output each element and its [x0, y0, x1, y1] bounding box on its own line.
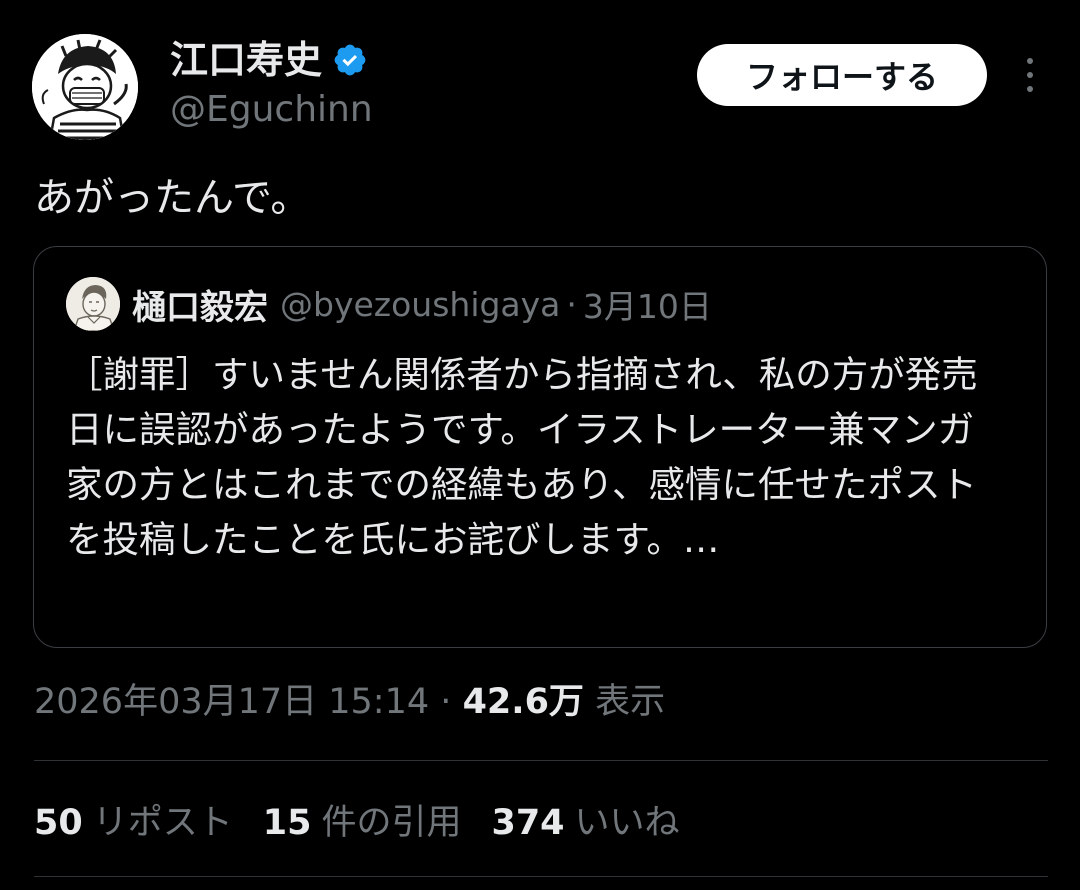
reposts-count: 50	[34, 803, 83, 843]
tweet-timestamp[interactable]: 2026年03月17日 15:14	[34, 682, 429, 722]
verified-badge-icon	[332, 42, 368, 78]
divider	[34, 760, 1048, 761]
tweet-meta-line: 2026年03月17日 15:14 · 42.6万 表示	[34, 676, 665, 728]
quoted-separator: ·	[566, 284, 577, 324]
likes-stat[interactable]: 374 いいね	[491, 798, 679, 848]
more-dot	[1027, 58, 1033, 64]
author-avatar-illustration	[32, 34, 138, 140]
author-avatar[interactable]	[32, 34, 138, 140]
views-label: 表示	[595, 682, 666, 722]
tweet-stats: 50 リポスト 15 件の引用 374 いいね	[34, 798, 680, 848]
quotes-stat[interactable]: 15 件の引用	[263, 798, 462, 848]
tweet-detail: 江口寿史 @Eguchinn フォローする あがったんで。 樋口毅宏 @byez…	[0, 0, 1080, 890]
likes-label: いいね	[574, 803, 680, 843]
quotes-count: 15	[262, 803, 312, 843]
author-name-row[interactable]: 江口寿史	[170, 36, 368, 84]
reposts-stat[interactable]: 50 リポスト	[34, 798, 233, 848]
quoted-tweet-text: ［謝罪］すいません関係者から指摘され、私の方が発売日に誤認があったようです。イラ…	[66, 353, 978, 561]
quoted-author-handle[interactable]: @byezoushigaya	[280, 285, 560, 324]
quoted-author-display-name[interactable]: 樋口毅宏	[132, 280, 268, 329]
divider	[34, 876, 1048, 877]
quoted-tweet-header: 樋口毅宏 @byezoushigaya · 3月10日	[66, 277, 712, 331]
quotes-label: 件の引用	[321, 803, 462, 843]
quoted-author-avatar[interactable]	[66, 277, 120, 331]
quoted-avatar-illustration	[66, 277, 120, 331]
quoted-tweet-date[interactable]: 3月10日	[583, 280, 712, 328]
more-dot	[1027, 86, 1033, 92]
tweet-text: あがったんで。	[34, 175, 311, 221]
more-dot	[1027, 72, 1033, 78]
reposts-label: リポスト	[92, 803, 233, 843]
follow-button[interactable]: フォローする	[697, 44, 987, 106]
meta-separator: ·	[440, 682, 452, 722]
author-handle[interactable]: @Eguchinn	[170, 88, 373, 132]
views-count: 42.6万	[462, 682, 584, 722]
likes-count: 374	[491, 803, 565, 843]
author-display-name[interactable]: 江口寿史	[170, 36, 322, 84]
quoted-tweet-card[interactable]: 樋口毅宏 @byezoushigaya · 3月10日 ［謝罪］すいません関係者…	[33, 246, 1047, 648]
more-options-icon[interactable]	[1010, 52, 1050, 98]
